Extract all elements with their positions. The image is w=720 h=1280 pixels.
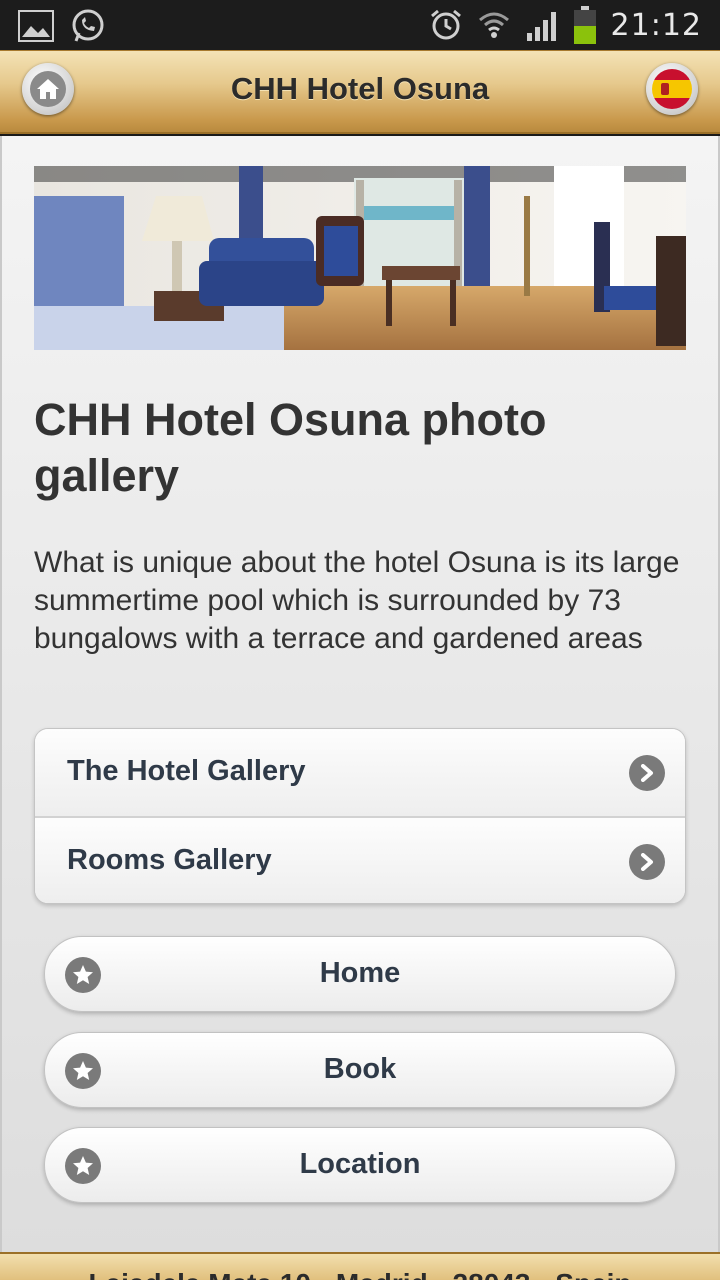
list-item-hotel-gallery[interactable]: The Hotel Gallery (35, 729, 685, 816)
gallery-list: The Hotel Gallery Rooms Gallery (34, 728, 686, 904)
book-nav-button[interactable]: Book (44, 1032, 676, 1108)
spain-flag-icon (652, 69, 692, 109)
home-nav-button[interactable]: Home (44, 936, 676, 1012)
nav-button-label: Book (323, 1053, 397, 1085)
location-nav-button[interactable]: Location (44, 1127, 676, 1203)
home-icon (30, 71, 66, 107)
list-item-label: The Hotel Gallery (67, 755, 306, 787)
chevron-right-icon (629, 844, 665, 880)
banner-image (34, 166, 686, 350)
footer: Laiadela Mata 10 - Madrid - 28043 - Spai… (0, 1252, 720, 1280)
status-bar: 21:12 (0, 0, 720, 50)
battery-icon (573, 6, 597, 44)
wifi-icon (477, 8, 511, 42)
whatsapp-icon (70, 8, 106, 44)
gallery-icon (18, 10, 54, 42)
app-header: CHH Hotel Osuna (0, 50, 720, 134)
page-title: CHH Hotel Osuna photo gallery (34, 394, 547, 501)
nav-button-label: Home (319, 957, 401, 989)
status-time: 21:12 (610, 7, 702, 43)
nav-button-label: Location (299, 1148, 421, 1180)
page-header-title: CHH Hotel Osuna (230, 71, 490, 106)
list-item-label: Rooms Gallery (67, 844, 272, 876)
alarm-icon (429, 8, 463, 42)
home-button[interactable] (22, 63, 74, 115)
footer-address: Laiadela Mata 10 - Madrid - 28043 - Spai… (0, 1268, 720, 1280)
page-description: What is unique about the hotel Osuna is … (34, 546, 680, 655)
main-content: CHH Hotel Osuna photo gallery What is un… (0, 136, 720, 1252)
signal-icon (525, 9, 559, 41)
list-item-rooms-gallery[interactable]: Rooms Gallery (35, 816, 685, 903)
chevron-right-icon (629, 755, 665, 791)
language-button[interactable] (646, 63, 698, 115)
